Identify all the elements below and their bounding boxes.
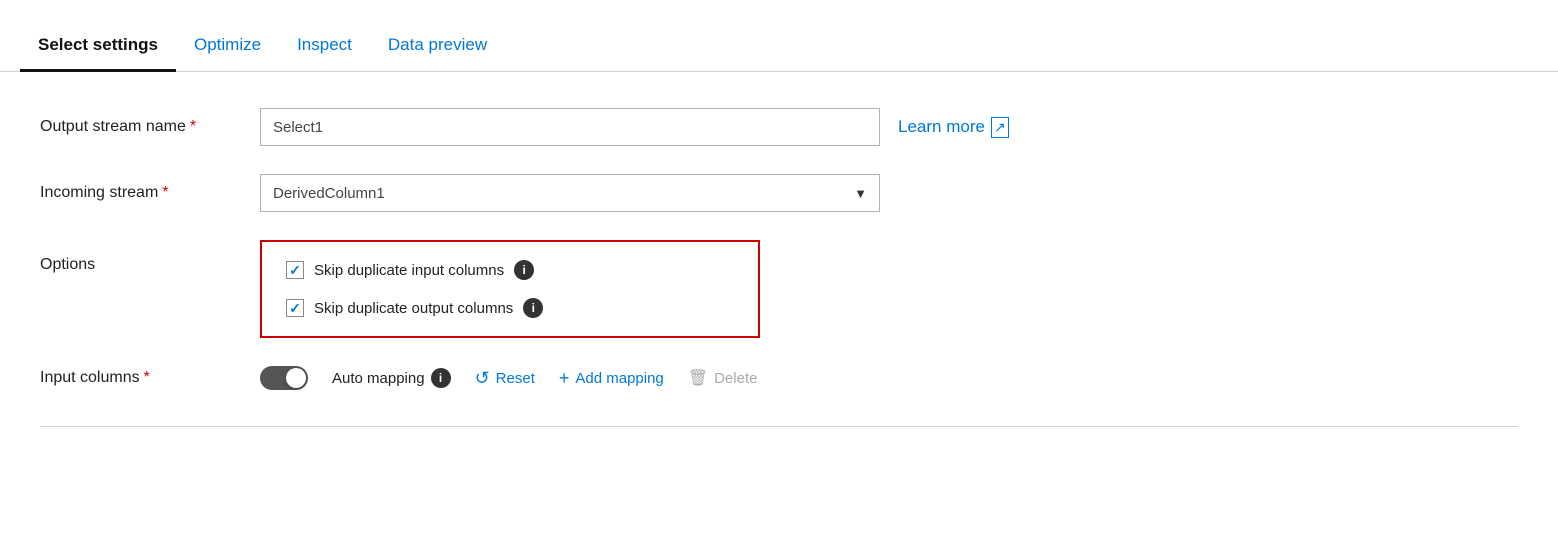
auto-mapping-info-icon[interactable]: i	[431, 368, 451, 388]
input-columns-label: Input columns *	[40, 369, 260, 387]
input-col-controls-group: Auto mapping i ↺ Reset + Add mapping	[260, 366, 757, 390]
incoming-stream-dropdown[interactable]: DerivedColumn1 ▼	[260, 174, 880, 212]
skip-dup-input-row: Skip duplicate input columns i	[286, 260, 734, 280]
auto-mapping-text: Auto mapping	[332, 370, 425, 387]
add-icon: +	[559, 368, 570, 389]
options-box: Skip duplicate input columns i Skip dupl…	[260, 240, 760, 338]
incoming-stream-row: Incoming stream * DerivedColumn1 ▼	[40, 174, 1518, 212]
output-stream-name-label: Output stream name *	[40, 118, 260, 136]
output-stream-name-control: Learn more ↗	[260, 108, 1518, 146]
skip-dup-input-checkbox[interactable]	[286, 261, 304, 279]
options-row: Options Skip duplicate input columns i S…	[40, 240, 1518, 338]
add-mapping-button[interactable]: + Add mapping	[559, 368, 664, 389]
skip-dup-output-checkbox[interactable]	[286, 299, 304, 317]
input-columns-controls: Auto mapping i ↺ Reset + Add mapping	[260, 366, 1518, 390]
reset-label: Reset	[496, 370, 535, 387]
bottom-divider	[40, 426, 1518, 427]
output-stream-name-row: Output stream name * Learn more ↗	[40, 108, 1518, 146]
tab-data-preview[interactable]: Data preview	[370, 35, 505, 72]
skip-dup-output-row: Skip duplicate output columns i	[286, 298, 734, 318]
delete-icon: 🗑	[688, 368, 708, 388]
skip-dup-output-info-icon[interactable]: i	[523, 298, 543, 318]
incoming-stream-control: DerivedColumn1 ▼	[260, 174, 1518, 212]
options-control: Skip duplicate input columns i Skip dupl…	[260, 240, 1518, 338]
tab-inspect[interactable]: Inspect	[279, 35, 370, 72]
auto-mapping-toggle[interactable]	[260, 366, 308, 390]
tab-bar: Select settings Optimize Inspect Data pr…	[0, 0, 1558, 72]
input-columns-row: Input columns * Auto mapping i	[40, 366, 1518, 390]
incoming-stream-value: DerivedColumn1	[273, 185, 385, 202]
external-link-icon: ↗	[991, 117, 1009, 138]
auto-mapping-label-group: Auto mapping i	[332, 368, 451, 388]
reset-icon: ↺	[475, 368, 490, 389]
tab-select-settings[interactable]: Select settings	[20, 35, 176, 72]
tab-optimize[interactable]: Optimize	[176, 35, 279, 72]
incoming-stream-label: Incoming stream *	[40, 184, 260, 202]
toggle-knob	[286, 368, 306, 388]
skip-dup-input-label: Skip duplicate input columns	[314, 262, 504, 279]
content-area: Output stream name * Learn more ↗ Incomi…	[0, 72, 1558, 457]
dropdown-arrow-icon: ▼	[854, 186, 867, 201]
learn-more-link[interactable]: Learn more ↗	[898, 117, 1009, 138]
add-mapping-label: Add mapping	[575, 370, 663, 387]
required-star-input-columns: *	[144, 369, 150, 387]
main-container: Select settings Optimize Inspect Data pr…	[0, 0, 1558, 549]
required-star-incoming: *	[162, 184, 168, 202]
delete-label: Delete	[714, 370, 757, 387]
output-stream-name-input[interactable]	[260, 108, 880, 146]
toggle-track	[260, 366, 308, 390]
reset-button[interactable]: ↺ Reset	[475, 368, 535, 389]
options-label: Options	[40, 240, 260, 274]
delete-button[interactable]: 🗑 Delete	[688, 368, 758, 388]
required-star-output: *	[190, 118, 196, 136]
skip-dup-output-label: Skip duplicate output columns	[314, 300, 513, 317]
skip-dup-input-info-icon[interactable]: i	[514, 260, 534, 280]
